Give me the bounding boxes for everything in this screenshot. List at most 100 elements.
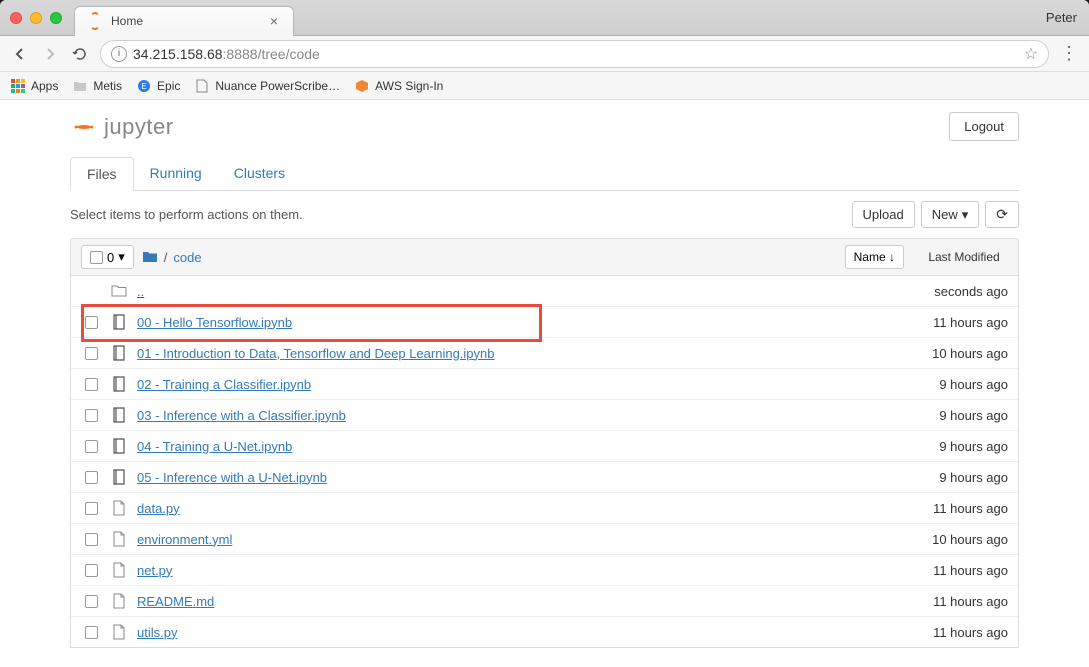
name-sort-button[interactable]: Name ↓ bbox=[845, 245, 904, 269]
row-checkbox[interactable] bbox=[85, 347, 98, 360]
file-row: 00 - Hello Tensorflow.ipynb 11 hours ago bbox=[71, 307, 1018, 338]
minimize-window-button[interactable] bbox=[30, 12, 42, 24]
file-link[interactable]: data.py bbox=[137, 501, 898, 516]
document-icon bbox=[194, 78, 210, 94]
file-link[interactable]: 05 - Inference with a U-Net.ipynb bbox=[137, 470, 898, 485]
new-button[interactable]: New ▾ bbox=[921, 201, 980, 228]
row-checkbox[interactable] bbox=[85, 533, 98, 546]
tab-title: Home bbox=[111, 14, 259, 28]
row-checkbox[interactable] bbox=[85, 316, 98, 329]
row-checkbox[interactable] bbox=[85, 626, 98, 639]
select-all-checkbox[interactable] bbox=[90, 251, 103, 264]
file-modified: 9 hours ago bbox=[908, 377, 1008, 392]
row-checkbox[interactable] bbox=[85, 564, 98, 577]
file-icon bbox=[111, 562, 127, 578]
tab-files[interactable]: Files bbox=[70, 157, 134, 191]
site-info-icon[interactable]: i bbox=[111, 46, 127, 62]
bookmark-label: Epic bbox=[157, 79, 180, 93]
file-link[interactable]: net.py bbox=[137, 563, 898, 578]
bookmark-nuance[interactable]: Nuance PowerScribe… bbox=[194, 78, 340, 94]
file-link[interactable]: .. bbox=[137, 284, 898, 299]
file-modified: 9 hours ago bbox=[908, 470, 1008, 485]
row-checkbox[interactable] bbox=[85, 440, 98, 453]
refresh-button[interactable]: ⟳ bbox=[985, 201, 1019, 228]
row-checkbox[interactable] bbox=[85, 502, 98, 515]
macos-username: Peter bbox=[1046, 10, 1077, 25]
file-row: environment.yml 10 hours ago bbox=[71, 524, 1018, 555]
file-row: README.md11 hours ago bbox=[71, 586, 1018, 617]
file-modified: 11 hours ago bbox=[908, 315, 1008, 330]
notebook-icon bbox=[111, 314, 127, 330]
jupyter-logo-icon bbox=[70, 113, 98, 141]
file-list-header: 0 ▾ / code Name ↓ Last Modified bbox=[70, 238, 1019, 276]
select-hint-text: Select items to perform actions on them. bbox=[70, 207, 303, 222]
row-checkbox[interactable] bbox=[85, 409, 98, 422]
file-icon bbox=[111, 593, 127, 609]
jupyter-header: jupyter Logout bbox=[70, 100, 1019, 157]
bookmark-epic[interactable]: E Epic bbox=[136, 78, 180, 94]
row-checkbox[interactable] bbox=[85, 595, 98, 608]
file-link[interactable]: utils.py bbox=[137, 625, 898, 640]
selected-count: 0 bbox=[107, 250, 114, 265]
maximize-window-button[interactable] bbox=[50, 12, 62, 24]
bookmark-label: AWS Sign-In bbox=[375, 79, 443, 93]
select-all-dropdown[interactable]: 0 ▾ bbox=[81, 245, 134, 269]
bookmark-star-icon[interactable]: ☆ bbox=[1024, 44, 1038, 64]
file-link[interactable]: 03 - Inference with a Classifier.ipynb bbox=[137, 408, 898, 423]
epic-icon: E bbox=[136, 78, 152, 94]
jupyter-logo[interactable]: jupyter bbox=[70, 113, 174, 141]
logout-button[interactable]: Logout bbox=[949, 112, 1019, 141]
upload-button[interactable]: Upload bbox=[852, 201, 915, 228]
tab-close-button[interactable]: × bbox=[267, 14, 281, 28]
close-window-button[interactable] bbox=[10, 12, 22, 24]
file-row: ..seconds ago bbox=[71, 276, 1018, 307]
row-checkbox-wrap bbox=[81, 471, 101, 484]
row-checkbox[interactable] bbox=[85, 471, 98, 484]
breadcrumb: / code bbox=[142, 250, 202, 265]
bookmark-metis[interactable]: Metis bbox=[72, 78, 122, 94]
caret-down-icon: ▾ bbox=[118, 249, 125, 265]
reload-button[interactable] bbox=[70, 44, 90, 64]
file-link[interactable]: 04 - Training a U-Net.ipynb bbox=[137, 439, 898, 454]
browser-tab[interactable]: Home × bbox=[74, 6, 294, 36]
actions-row: Select items to perform actions on them.… bbox=[70, 191, 1019, 238]
bookmark-aws[interactable]: AWS Sign-In bbox=[354, 78, 443, 94]
folder-icon bbox=[111, 283, 127, 299]
forward-button[interactable] bbox=[40, 44, 60, 64]
folder-icon[interactable] bbox=[142, 250, 158, 264]
file-link[interactable]: README.md bbox=[137, 594, 898, 609]
file-link[interactable]: environment.yml bbox=[137, 532, 898, 547]
file-modified: 11 hours ago bbox=[908, 501, 1008, 516]
file-link[interactable]: 02 - Training a Classifier.ipynb bbox=[137, 377, 898, 392]
row-checkbox-wrap bbox=[81, 440, 101, 453]
bookmark-label: Metis bbox=[93, 79, 122, 93]
file-link[interactable]: 01 - Introduction to Data, Tensorflow an… bbox=[137, 346, 898, 361]
lastmod-header[interactable]: Last Modified bbox=[920, 250, 1008, 264]
tab-running[interactable]: Running bbox=[134, 157, 218, 190]
tab-favicon bbox=[87, 13, 103, 29]
file-row: 05 - Inference with a U-Net.ipynb 9 hours… bbox=[71, 462, 1018, 493]
breadcrumb-code[interactable]: code bbox=[173, 250, 201, 265]
action-buttons: Upload New ▾ ⟳ bbox=[852, 201, 1019, 228]
row-checkbox[interactable] bbox=[85, 378, 98, 391]
address-bar[interactable]: i 34.215.158.68:8888/tree/code ☆ bbox=[100, 40, 1049, 68]
file-row: net.py11 hours ago bbox=[71, 555, 1018, 586]
tab-clusters[interactable]: Clusters bbox=[218, 157, 301, 190]
notebook-icon bbox=[111, 345, 127, 361]
browser-menu-button[interactable]: ⋮ bbox=[1059, 43, 1079, 64]
caret-down-icon: ▾ bbox=[962, 207, 969, 223]
file-row: 04 - Training a U-Net.ipynb9 hours ago bbox=[71, 431, 1018, 462]
file-icon bbox=[111, 624, 127, 640]
folder-icon bbox=[72, 78, 88, 94]
back-button[interactable] bbox=[10, 44, 30, 64]
row-checkbox-wrap bbox=[81, 595, 101, 608]
notebook-icon bbox=[111, 438, 127, 454]
traffic-lights bbox=[10, 12, 62, 24]
arrow-down-icon: ↓ bbox=[889, 250, 895, 264]
file-link[interactable]: 00 - Hello Tensorflow.ipynb bbox=[137, 315, 898, 330]
file-modified: 10 hours ago bbox=[908, 532, 1008, 547]
notebook-icon bbox=[111, 376, 127, 392]
jupyter-logo-text: jupyter bbox=[104, 114, 174, 140]
apps-button[interactable]: Apps bbox=[10, 78, 58, 94]
file-icon bbox=[111, 531, 127, 547]
